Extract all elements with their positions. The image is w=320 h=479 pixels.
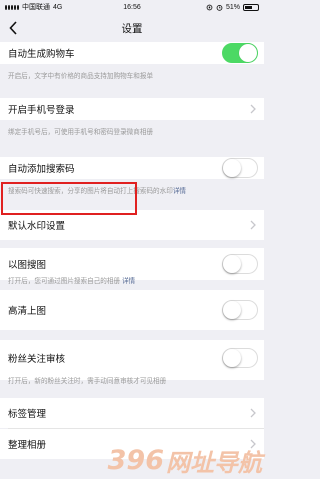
setting-search-code[interactable]: 自动添加搜索码 [0, 157, 264, 179]
details-link[interactable]: 详情 [122, 278, 135, 285]
alarm-icon [216, 4, 223, 11]
page-title: 设置 [121, 22, 143, 35]
image-search-toggle[interactable] [222, 254, 258, 274]
setting-desc: 打开后，新的粉丝关注时，需手动同意审核才可见相册 [8, 378, 167, 385]
setting-hd-upload[interactable]: 高清上图 [0, 290, 264, 330]
network-label: 4G [53, 3, 63, 11]
signal-icon [5, 4, 19, 10]
setting-label: 高清上图 [8, 306, 47, 317]
details-link[interactable]: 详情 [173, 188, 186, 195]
nav-bar: 设置 [0, 14, 264, 42]
setting-phone-login[interactable]: 开启手机号登录 [0, 98, 264, 120]
watermark-text: 网址导航 [166, 448, 262, 477]
search-code-toggle[interactable] [222, 158, 258, 178]
hd-upload-toggle[interactable] [222, 300, 258, 320]
setting-label: 自动生成购物车 [8, 49, 75, 60]
chevron-right-icon [250, 408, 256, 418]
chevron-right-icon [250, 220, 256, 230]
back-button[interactable] [2, 16, 24, 40]
highlight-box [1, 182, 137, 215]
carrier-label: 中国联通 [22, 4, 50, 11]
chevron-left-icon [9, 21, 17, 35]
setting-label: 粉丝关注审核 [8, 354, 66, 365]
chevron-right-icon [250, 104, 256, 114]
follower-review-toggle[interactable] [222, 348, 258, 368]
setting-desc: 打开后，您可通过图片搜索自己的相册 详情 [8, 278, 136, 285]
setting-label: 标签管理 [8, 409, 47, 420]
battery-icon [243, 3, 259, 11]
setting-label: 默认水印设置 [8, 221, 66, 232]
setting-follower-review[interactable]: 粉丝关注审核 [0, 340, 264, 380]
setting-label: 以图搜图 [8, 260, 47, 271]
setting-desc: 开启后，文字中有价格的商品支持加购物车和报单 [8, 73, 154, 80]
rotation-lock-icon [206, 4, 213, 10]
site-watermark: 396 网址导航 [108, 442, 262, 478]
setting-tag-manage[interactable]: 标签管理 [0, 398, 264, 428]
watermark-digits: 396 [107, 444, 164, 476]
auto-cart-toggle[interactable] [222, 43, 258, 63]
status-bar: 中国联通 4G 16:56 51% [0, 0, 264, 14]
setting-auto-cart[interactable]: 自动生成购物车 [0, 42, 264, 64]
setting-label: 自动添加搜索码 [8, 164, 75, 175]
setting-label: 开启手机号登录 [8, 105, 75, 116]
setting-label: 整理相册 [8, 440, 47, 451]
setting-desc: 绑定手机号后，可使用手机号和密码登录微商相册 [8, 129, 154, 136]
battery-percent: 51% [225, 3, 240, 11]
